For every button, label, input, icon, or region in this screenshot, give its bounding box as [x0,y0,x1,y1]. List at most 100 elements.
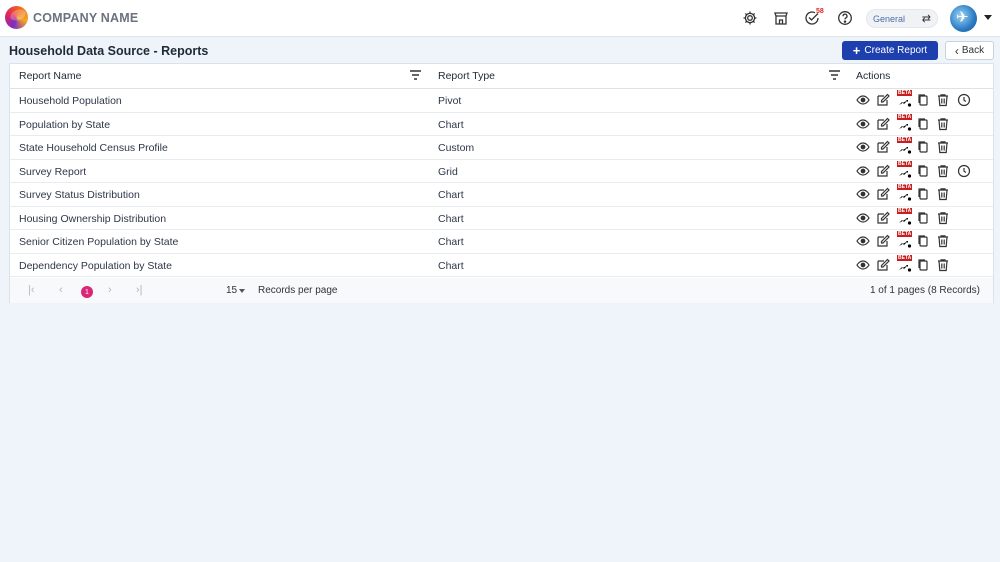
chevron-down-icon[interactable] [984,15,992,20]
records-per-page-label: Records per page [258,285,338,296]
report-name[interactable]: Survey Report [19,166,86,178]
report-type: Chart [438,259,464,272]
delete-icon[interactable] [936,117,950,131]
copy-icon[interactable] [916,258,930,272]
report-name[interactable]: Senior Citizen Population by State [19,236,178,248]
last-page-icon[interactable]: ›| [136,284,143,296]
page-size-select[interactable]: 15 [226,285,237,296]
view-icon[interactable] [856,140,870,154]
report-name[interactable]: Survey Status Distribution [19,189,140,201]
delete-icon[interactable] [936,93,950,107]
page-title: Household Data Source - Reports [9,44,209,58]
schedule-icon[interactable] [957,93,971,107]
edit-icon[interactable] [876,93,890,107]
beta-share-icon[interactable]: BETA [897,90,913,108]
table-row[interactable]: Senior Citizen Population by State Chart B… [10,230,993,254]
edit-icon[interactable] [876,117,890,131]
copy-icon[interactable] [916,140,930,154]
delete-icon[interactable] [936,234,950,248]
copy-icon[interactable] [916,211,930,225]
view-icon[interactable] [856,234,870,248]
edit-icon[interactable] [876,140,890,154]
report-type: Chart [438,236,464,248]
edit-icon[interactable] [876,258,890,272]
column-header-actions: Actions [856,70,891,82]
back-button[interactable]: ‹ Back [945,41,994,60]
settings-icon[interactable] [742,10,758,26]
schedule-icon[interactable] [957,164,971,178]
table-row[interactable]: Survey Status Distribution Chart BETA [10,183,993,207]
reports-table: Report Name Report Type Actions Househol… [9,63,994,303]
copy-icon[interactable] [916,234,930,248]
report-name[interactable]: Dependency Population by State [19,260,172,272]
column-header-report-name[interactable]: Report Name [19,70,81,82]
report-type: Custom [438,142,475,154]
pagination-bar: |‹ ‹ 1 › ›| 15 Records per page 1 of 1 p… [10,278,993,303]
delete-icon[interactable] [936,164,950,178]
delete-icon[interactable] [936,187,950,201]
store-icon[interactable] [773,10,789,26]
report-name[interactable]: Household Population [19,95,122,107]
create-report-button[interactable]: + Create Report [842,41,938,60]
plus-icon: + [852,42,861,58]
table-row[interactable]: Housing Ownership Distribution Chart BETA [10,207,993,230]
beta-share-icon[interactable]: BETA [897,184,913,202]
beta-share-icon[interactable]: BETA [897,254,913,273]
next-page-icon[interactable]: › [108,284,112,296]
table-row[interactable]: Dependency Population by State Chart BETA [10,254,993,277]
help-icon[interactable] [837,10,853,26]
copy-icon[interactable] [916,187,930,201]
user-avatar[interactable] [950,5,977,32]
workspace-label: General [873,14,906,24]
edit-icon[interactable] [876,234,890,248]
filter-icon[interactable] [410,70,421,80]
delete-icon[interactable] [936,258,950,272]
report-name[interactable]: State Household Census Profile [19,142,168,154]
beta-share-icon[interactable]: BETA [897,137,913,155]
report-type: Chart [438,189,464,201]
page-size-caret-icon[interactable] [239,289,245,293]
view-icon[interactable] [856,211,870,225]
brand-name: COMPANY NAME [33,11,139,25]
report-name[interactable]: Population by State [19,119,110,131]
prev-page-icon[interactable]: ‹ [59,284,63,296]
copy-icon[interactable] [916,93,930,107]
report-type: Pivot [438,95,462,107]
company-logo[interactable] [5,6,28,29]
view-icon[interactable] [856,258,870,272]
notification-badge: 58 [816,8,824,15]
table-row[interactable]: Household Population Pivot BETA [10,89,993,113]
chevron-left-icon: ‹ [954,43,959,58]
beta-share-icon[interactable]: BETA [897,160,913,179]
table-header: Report Name Report Type Actions [10,64,993,89]
edit-icon[interactable] [876,164,890,178]
table-row[interactable]: Survey Report Grid BETA [10,160,993,183]
column-header-report-type[interactable]: Report Type [438,70,495,82]
delete-icon[interactable] [936,140,950,154]
copy-icon[interactable] [916,117,930,131]
delete-icon[interactable] [936,211,950,225]
edit-icon[interactable] [876,187,890,201]
view-icon[interactable] [856,93,870,107]
filter-icon[interactable] [829,70,840,80]
report-name[interactable]: Housing Ownership Distribution [19,213,166,225]
beta-share-icon[interactable]: BETA [897,207,913,226]
table-row[interactable]: State Household Census Profile Custom BETA [10,136,993,160]
view-icon[interactable] [856,117,870,131]
table-row[interactable]: Population by State Chart BETA [10,113,993,136]
report-type: Grid [438,165,458,178]
create-report-label: Create Report [864,45,928,56]
copy-icon[interactable] [916,164,930,178]
workspace-switcher[interactable]: General ⇄ [866,9,938,28]
back-label: Back [961,45,985,56]
top-bar: COMPANY NAME 58 General ⇄ [0,0,1000,37]
report-type: Chart [438,118,464,131]
first-page-icon[interactable]: |‹ [28,284,35,296]
view-icon[interactable] [856,164,870,178]
beta-share-icon[interactable]: BETA [897,231,913,249]
report-type: Chart [438,212,464,225]
view-icon[interactable] [856,187,870,201]
beta-share-icon[interactable]: BETA [897,113,913,132]
page-number-active[interactable]: 1 [81,286,93,298]
edit-icon[interactable] [876,211,890,225]
